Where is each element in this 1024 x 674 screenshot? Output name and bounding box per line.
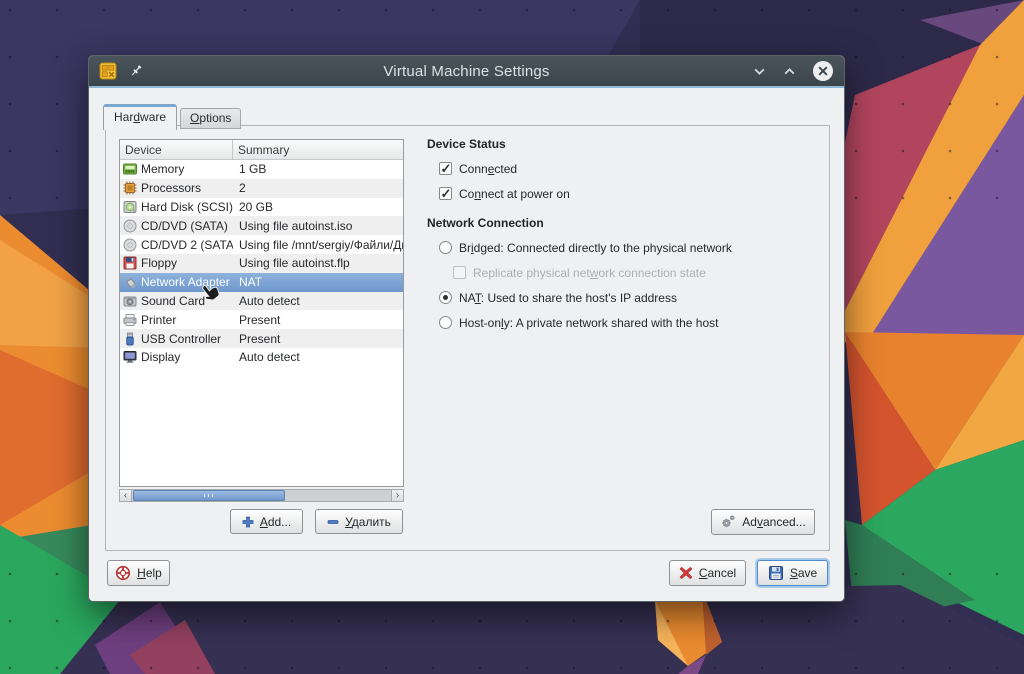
titlebar[interactable]: Virtual Machine Settings (89, 56, 844, 88)
vm-settings-dialog: Virtual Machine Settings Hardware Option… (88, 55, 845, 602)
hardware-panel: Device Summary Memory1 GBProcessors2Hard… (105, 125, 830, 551)
cd-dvd-icon (123, 238, 137, 252)
radio-unselected[interactable] (439, 316, 452, 329)
usb-icon (123, 332, 137, 346)
cancel-x-icon (679, 566, 693, 580)
device-row-cd-dvd-2-sata-[interactable]: CD/DVD 2 (SATA)Using file /mnt/sergiy/Фа… (120, 235, 403, 254)
device-row-display[interactable]: DisplayAuto detect (120, 348, 403, 367)
network-connection-options: Bridged: Connected directly to the physi… (427, 235, 827, 335)
device-status-heading: Device Status (427, 137, 827, 153)
radio-selected[interactable] (439, 291, 452, 304)
remove-device-button[interactable]: Удалить (315, 509, 403, 534)
display-icon (123, 350, 137, 364)
device-status-option-0[interactable]: Connected (427, 156, 827, 181)
device-table-header[interactable]: Device Summary (120, 140, 403, 160)
network-connection-option-1: Replicate physical network connection st… (427, 260, 827, 285)
device-row-hard-disk-scsi-[interactable]: Hard Disk (SCSI)20 GB (120, 198, 403, 217)
device-table: Device Summary Memory1 GBProcessors2Hard… (119, 139, 404, 487)
shade-chevron-down-icon[interactable] (752, 64, 767, 79)
gears-icon (720, 514, 736, 530)
settings-tabs: Hardware Options (103, 103, 241, 129)
device-row-printer[interactable]: PrinterPresent (120, 310, 403, 329)
column-header-summary[interactable]: Summary (233, 143, 403, 157)
scroll-right-arrow[interactable]: › (391, 489, 404, 502)
radio-unselected[interactable] (439, 241, 452, 254)
device-row-usb-controller[interactable]: USB ControllerPresent (120, 329, 403, 348)
device-row-memory[interactable]: Memory1 GB (120, 160, 403, 179)
pin-icon[interactable] (128, 63, 144, 79)
checkbox-checked[interactable] (439, 187, 452, 200)
checkbox-checked[interactable] (439, 162, 452, 175)
processor-icon (123, 181, 137, 195)
device-row-network-adapter[interactable]: Network AdapterNAT (120, 273, 403, 292)
device-status-option-1[interactable]: Connect at power on (427, 181, 827, 206)
network-connection-option-2[interactable]: NAT: Used to share the host's IP address (427, 285, 827, 310)
device-row-floppy[interactable]: FloppyUsing file autoinst.flp (120, 254, 403, 273)
close-icon[interactable] (812, 60, 834, 82)
tab-hardware[interactable]: Hardware (103, 104, 177, 130)
minus-icon (327, 516, 339, 528)
hard-disk-icon (123, 200, 137, 214)
plus-icon (242, 516, 254, 528)
advanced-button[interactable]: Advanced... (711, 509, 815, 535)
column-header-device[interactable]: Device (120, 140, 233, 159)
scrollbar-track[interactable] (132, 489, 391, 502)
network-connection-option-3[interactable]: Host-only: A private network shared with… (427, 310, 827, 335)
tab-options[interactable]: Options (180, 108, 241, 129)
save-button[interactable]: Save (757, 560, 828, 586)
maximize-chevron-up-icon[interactable] (782, 64, 797, 79)
network-connection-option-0[interactable]: Bridged: Connected directly to the physi… (427, 235, 827, 260)
device-row-cd-dvd-sata-[interactable]: CD/DVD (SATA)Using file autoinst.iso (120, 216, 403, 235)
network-connection-heading: Network Connection (427, 216, 827, 232)
checkbox-unchecked (453, 266, 466, 279)
device-settings-panel: Device Status ConnectedConnect at power … (427, 137, 827, 335)
memory-icon (123, 162, 137, 176)
help-button[interactable]: Help (107, 560, 170, 586)
network-icon (123, 275, 137, 289)
cancel-button[interactable]: Cancel (669, 560, 746, 586)
horizontal-scrollbar[interactable]: ‹ › (119, 489, 404, 502)
desktop: Virtual Machine Settings Hardware Option… (0, 0, 1024, 674)
cd-dvd-icon (123, 219, 137, 233)
printer-icon (123, 313, 137, 327)
vmware-app-icon (99, 62, 117, 80)
device-row-processors[interactable]: Processors2 (120, 179, 403, 198)
sound-icon (123, 294, 137, 308)
help-lifering-icon (115, 565, 131, 581)
scrollbar-thumb[interactable] (133, 490, 285, 501)
window-title: Virtual Machine Settings (89, 63, 844, 80)
scroll-left-arrow[interactable]: ‹ (119, 489, 132, 502)
floppy-icon (123, 256, 137, 270)
save-floppy-icon (768, 565, 784, 581)
device-table-rows: Memory1 GBProcessors2Hard Disk (SCSI)20 … (120, 160, 403, 367)
add-device-button[interactable]: Add... (230, 509, 303, 534)
device-row-sound-card[interactable]: Sound CardAuto detect (120, 292, 403, 311)
device-status-options: ConnectedConnect at power on (427, 156, 827, 206)
